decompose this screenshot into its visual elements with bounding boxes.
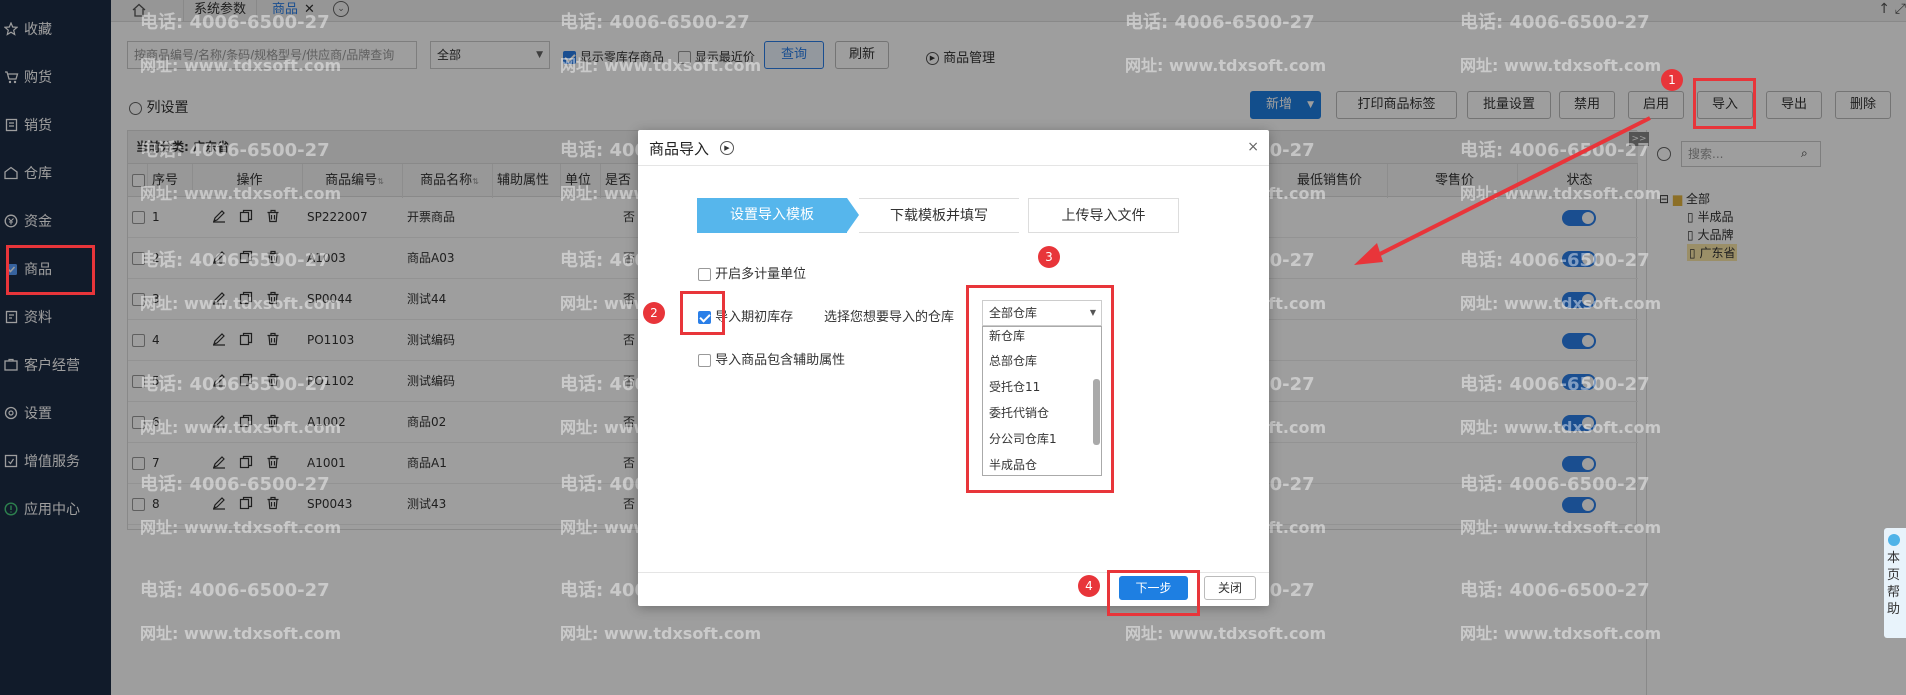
annotation-badge: 2 [643,302,665,324]
annotation-arrow [1354,116,1651,265]
annotation-badge: 1 [1661,69,1683,91]
annotation-badge: 4 [1078,575,1100,597]
annotation-badge: 3 [1038,246,1060,268]
